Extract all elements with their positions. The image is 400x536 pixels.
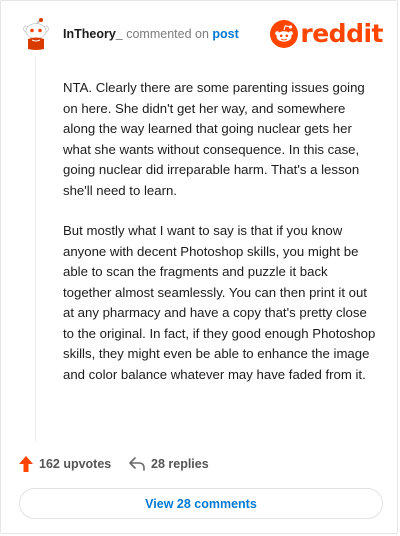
reddit-logo[interactable]: reddit xyxy=(270,19,383,49)
reddit-wordmark: reddit xyxy=(300,19,383,48)
view-comments-button[interactable]: View 28 comments xyxy=(19,488,383,519)
upvote-count: 162 upvotes xyxy=(39,457,112,471)
comment-header: InTheory_ commented on post reddit xyxy=(19,17,383,51)
comment-actions: 162 upvotes 28 replies xyxy=(19,453,379,475)
comment-paragraph: But mostly what I want to say is that if… xyxy=(63,223,376,382)
snoo-avatar-icon[interactable] xyxy=(19,17,53,51)
upvote-button[interactable]: 162 upvotes xyxy=(19,453,111,475)
replies-count: 28 replies xyxy=(151,457,209,471)
upvote-arrow-icon xyxy=(19,456,33,472)
reply-arrow-icon xyxy=(129,457,145,471)
comment-card: InTheory_ commented on post reddit NTA. … xyxy=(0,0,398,534)
reddit-snoo-icon xyxy=(270,20,299,48)
replies-button[interactable]: 28 replies xyxy=(129,453,209,475)
comment-body: NTA. Clearly there are some parenting is… xyxy=(63,78,379,405)
username-link[interactable]: InTheory_ xyxy=(63,27,123,41)
thread-line[interactable] xyxy=(35,57,36,441)
commented-on-text: commented on xyxy=(126,27,209,41)
comment-paragraph: NTA. Clearly there are some parenting is… xyxy=(63,80,365,198)
comment-byline: InTheory_ commented on post xyxy=(63,27,239,41)
post-link[interactable]: post xyxy=(212,27,238,41)
